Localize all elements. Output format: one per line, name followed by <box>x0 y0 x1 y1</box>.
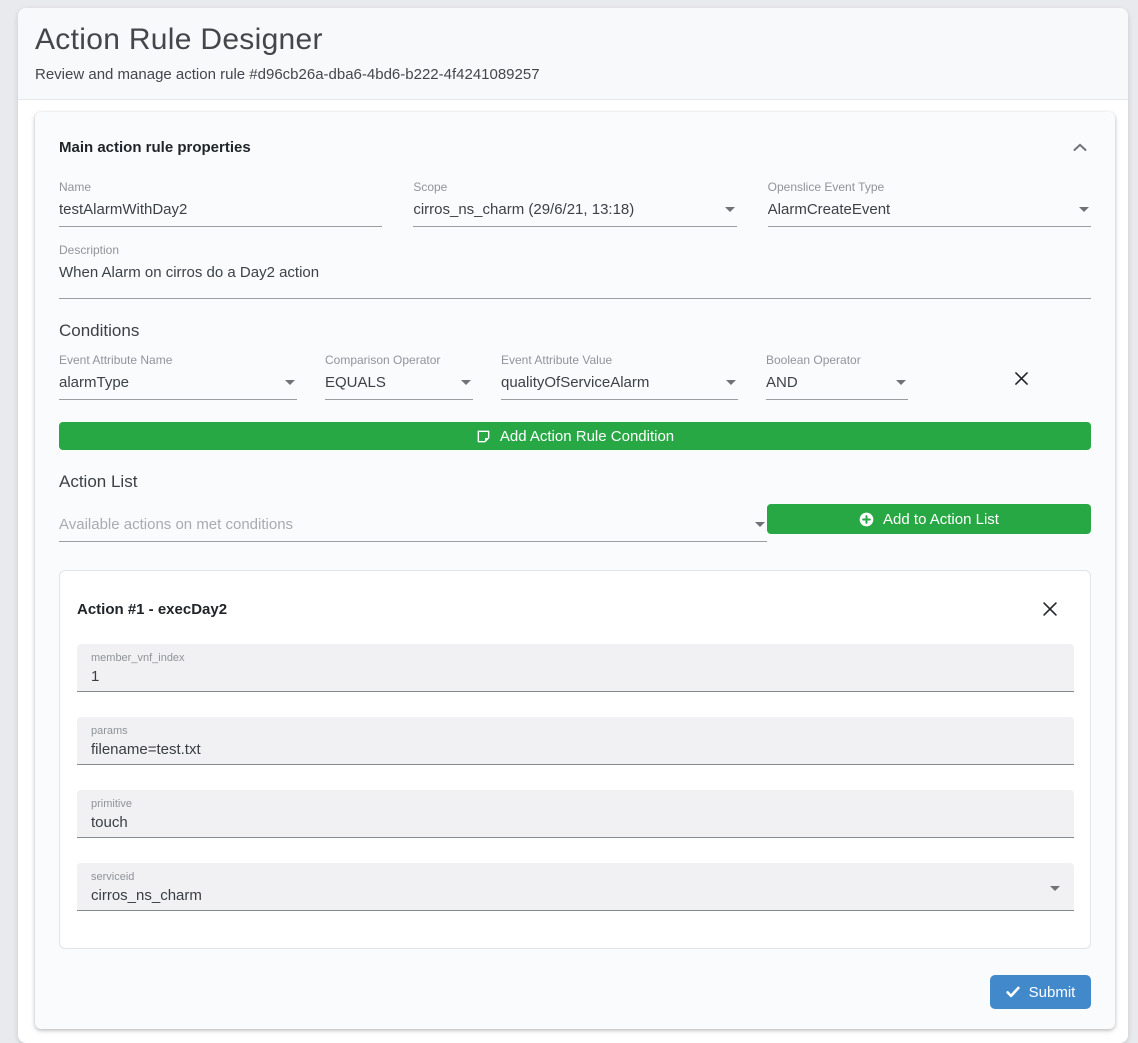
add-circle-icon <box>859 512 874 527</box>
boolean-operator-label: Boolean Operator <box>766 353 908 367</box>
boolean-operator-select[interactable]: Boolean Operator AND <box>766 353 908 400</box>
dropdown-arrow-icon <box>285 380 295 385</box>
boolean-operator-value: AND <box>766 374 888 391</box>
event-attribute-value-label: Event Attribute Value <box>501 353 738 367</box>
name-label: Name <box>59 180 382 194</box>
close-icon <box>1014 374 1029 389</box>
description-label: Description <box>59 243 1091 257</box>
add-to-action-list-button[interactable]: Add to Action List <box>767 504 1091 534</box>
panel-header: Main action rule properties <box>59 139 1091 156</box>
scope-value: cirros_ns_charm (29/6/21, 13:18) <box>413 201 716 218</box>
params-label: params <box>91 725 1060 737</box>
event-attribute-name-value: alarmType <box>59 374 277 391</box>
check-icon <box>1006 986 1020 998</box>
submit-row: Submit <box>59 975 1091 1009</box>
serviceid-value: cirros_ns_charm <box>91 887 1042 904</box>
page-title: Action Rule Designer <box>35 23 1111 57</box>
add-condition-label: Add Action Rule Condition <box>500 428 674 445</box>
available-actions-select[interactable]: Available actions on met conditions <box>59 514 767 542</box>
event-attribute-name-select[interactable]: Event Attribute Name alarmType <box>59 353 297 400</box>
action-card-title: Action #1 - execDay2 <box>77 601 227 618</box>
action-list-row: Available actions on met conditions Add … <box>59 504 1091 542</box>
event-type-label: Openslice Event Type <box>768 180 1091 194</box>
chevron-up-icon <box>1073 140 1087 155</box>
submit-button[interactable]: Submit <box>990 975 1091 1009</box>
name-input[interactable] <box>59 201 380 218</box>
panel-heading: Main action rule properties <box>59 139 251 156</box>
comparison-operator-select[interactable]: Comparison Operator EQUALS <box>325 353 473 400</box>
main-fields-row: Name Scope cirros_ns_charm (29/6/21, 13:… <box>59 180 1091 227</box>
dropdown-arrow-icon <box>755 522 765 527</box>
available-actions-placeholder: Available actions on met conditions <box>59 516 747 533</box>
member-vnf-index-field[interactable]: member_vnf_index <box>77 644 1074 692</box>
serviceid-select[interactable]: serviceid cirros_ns_charm <box>77 863 1074 911</box>
action-card: Action #1 - execDay2 member_vnf_index pa… <box>59 570 1091 949</box>
dropdown-arrow-icon <box>1079 207 1089 212</box>
dropdown-arrow-icon <box>461 380 471 385</box>
name-field[interactable]: Name <box>59 180 382 227</box>
primitive-input[interactable] <box>91 814 1060 831</box>
add-condition-button[interactable]: Add Action Rule Condition <box>59 422 1091 450</box>
event-type-value: AlarmCreateEvent <box>768 201 1071 218</box>
submit-label: Submit <box>1029 984 1076 1001</box>
scope-label: Scope <box>413 180 736 194</box>
dropdown-arrow-icon <box>725 207 735 212</box>
event-type-select[interactable]: Openslice Event Type AlarmCreateEvent <box>768 180 1091 227</box>
action-card-header: Action #1 - execDay2 <box>77 599 1074 619</box>
description-input[interactable] <box>59 264 1089 281</box>
params-input[interactable] <box>91 741 1060 758</box>
scope-select[interactable]: Scope cirros_ns_charm (29/6/21, 13:18) <box>413 180 736 227</box>
primitive-label: primitive <box>91 798 1060 810</box>
member-vnf-index-label: member_vnf_index <box>91 652 1060 664</box>
event-attribute-name-label: Event Attribute Name <box>59 353 297 367</box>
condition-row: Event Attribute Name alarmType Compariso… <box>59 353 1091 400</box>
action-list-heading: Action List <box>59 472 1091 492</box>
dropdown-arrow-icon <box>1050 886 1060 891</box>
page-header: Action Rule Designer Review and manage a… <box>18 8 1128 100</box>
collapse-panel-button[interactable] <box>1069 141 1091 154</box>
primitive-field[interactable]: primitive <box>77 790 1074 838</box>
dropdown-arrow-icon <box>896 380 906 385</box>
dropdown-arrow-icon <box>726 380 736 385</box>
event-attribute-value-value: qualityOfServiceAlarm <box>501 374 718 391</box>
add-to-action-list-label: Add to Action List <box>883 511 999 528</box>
remove-action-button[interactable] <box>1038 599 1062 619</box>
close-icon <box>1042 605 1058 620</box>
remove-condition-button[interactable] <box>1010 369 1033 388</box>
serviceid-label: serviceid <box>91 871 1042 883</box>
member-vnf-index-input[interactable] <box>91 668 1060 685</box>
description-field[interactable]: Description <box>59 243 1091 299</box>
note-add-icon <box>476 429 491 444</box>
event-attribute-value-select[interactable]: Event Attribute Value qualityOfServiceAl… <box>501 353 738 400</box>
conditions-heading: Conditions <box>59 321 1091 341</box>
main-properties-panel: Main action rule properties Name Scope c… <box>35 112 1115 1029</box>
content-container: Action Rule Designer Review and manage a… <box>18 8 1128 1043</box>
comparison-operator-value: EQUALS <box>325 374 453 391</box>
comparison-operator-label: Comparison Operator <box>325 353 473 367</box>
page-subtitle: Review and manage action rule #d96cb26a-… <box>35 66 1111 83</box>
params-field[interactable]: params <box>77 717 1074 765</box>
